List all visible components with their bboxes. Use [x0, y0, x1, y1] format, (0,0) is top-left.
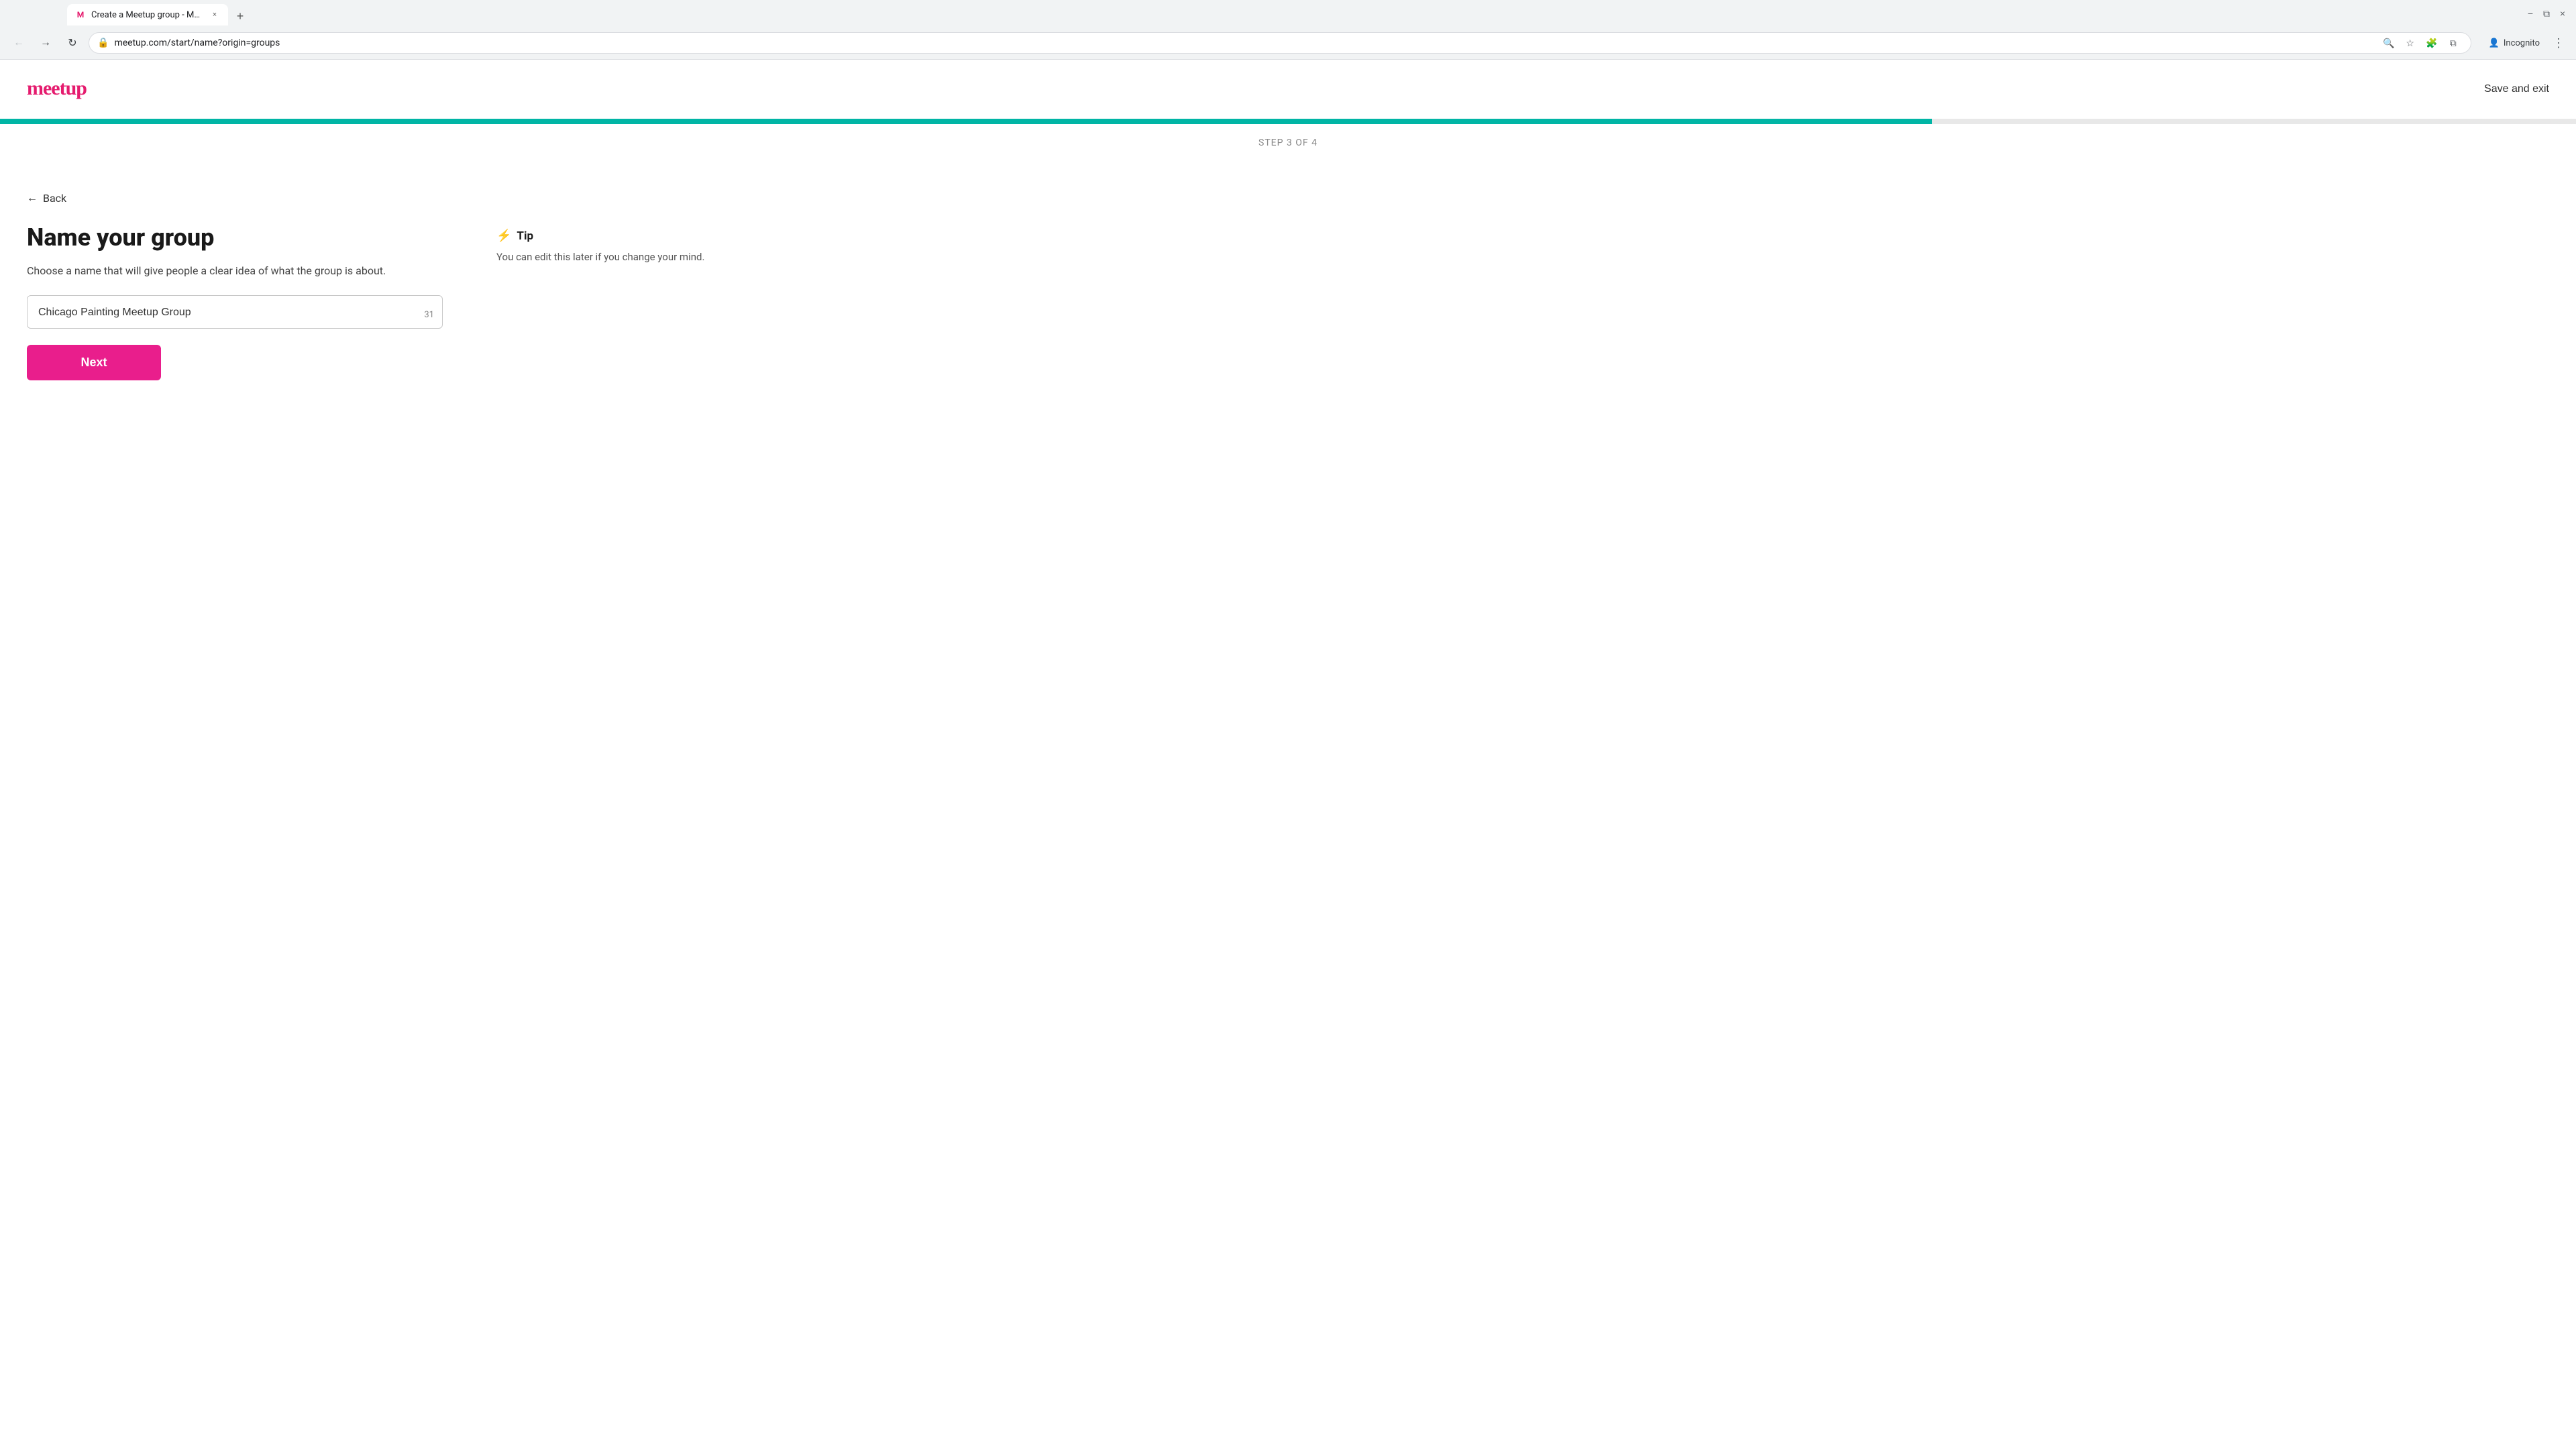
refresh-button[interactable]: ↻ — [62, 32, 83, 54]
browser-actions: 👤 Incognito ⋮ — [2482, 34, 2568, 52]
content-layout: Name your group Choose a name that will … — [27, 223, 778, 380]
browser-menu-button[interactable]: ⋮ — [2549, 34, 2568, 52]
back-link-label: Back — [43, 192, 66, 205]
search-icon-btn[interactable]: 🔍 — [2379, 34, 2398, 52]
back-link[interactable]: ← Back — [27, 191, 66, 205]
maximize-button[interactable]: □ — [24, 8, 35, 19]
svg-text:meetup: meetup — [27, 77, 87, 99]
tab-bar: M Create a Meetup group - Meet... × + — [59, 1, 2517, 25]
back-nav-button[interactable]: ← — [8, 32, 30, 54]
progress-bar-fill — [0, 119, 1932, 124]
forward-nav-icon: → — [40, 37, 51, 49]
step-indicator: STEP 3 OF 4 — [0, 124, 2576, 148]
tip-text: You can edit this later if you change yo… — [496, 250, 704, 265]
char-count: 31 — [424, 310, 434, 320]
tip-icon: ⚡ — [496, 229, 511, 243]
back-arrow-icon: ← — [27, 191, 38, 205]
progress-bar-container — [0, 119, 2576, 124]
tip-header: ⚡ Tip — [496, 229, 704, 243]
refresh-icon: ↻ — [68, 36, 76, 50]
win-maximize-btn[interactable]: ⧉ — [2541, 8, 2552, 19]
logo-text: meetup — [27, 73, 107, 105]
page-title: Name your group — [27, 223, 443, 252]
win-close-btn[interactable]: × — [2557, 8, 2568, 19]
logo-svg: meetup — [27, 73, 107, 100]
incognito-badge[interactable]: 👤 Incognito — [2482, 34, 2546, 52]
browser-chrome: − □ × M Create a Meetup group - Meet... … — [0, 0, 2576, 60]
forward-nav-button[interactable]: → — [35, 32, 56, 54]
address-bar[interactable]: 🔒 meetup.com/start/name?origin=groups 🔍 … — [89, 32, 2471, 54]
window-controls: − □ × — [8, 8, 51, 19]
page-content: ← Back Name your group Choose a name tha… — [0, 164, 805, 407]
secure-icon: 🔒 — [97, 38, 109, 48]
next-button[interactable]: Next — [27, 345, 161, 380]
tab-title: Create a Meetup group - Meet... — [91, 10, 204, 20]
save-exit-button[interactable]: Save and exit — [2484, 83, 2549, 95]
tip-panel: ⚡ Tip You can edit this later if you cha… — [496, 223, 704, 265]
close-window-button[interactable]: × — [40, 8, 51, 19]
split-view-button[interactable]: ⧉ — [2444, 34, 2463, 52]
group-name-input-container: 31 — [27, 295, 443, 329]
title-bar: − □ × M Create a Meetup group - Meet... … — [0, 0, 2576, 27]
back-nav-icon: ← — [13, 37, 24, 49]
new-tab-button[interactable]: + — [231, 7, 250, 25]
bookmark-button[interactable]: ☆ — [2401, 34, 2420, 52]
page-description: Choose a name that will give people a cl… — [27, 263, 443, 279]
address-bar-row: ← → ↻ 🔒 meetup.com/start/name?origin=gro… — [0, 27, 2576, 59]
extensions-button[interactable]: 🧩 — [2422, 34, 2441, 52]
tip-title: Tip — [517, 229, 533, 243]
url-text: meetup.com/start/name?origin=groups — [114, 38, 280, 48]
tab-favicon: M — [75, 9, 86, 20]
meetup-logo[interactable]: meetup — [27, 73, 107, 105]
group-name-input[interactable] — [38, 307, 431, 319]
address-bar-icons: 🔍 ☆ 🧩 ⧉ — [2379, 34, 2463, 52]
win-minimize-btn[interactable]: − — [2525, 8, 2536, 19]
main-form: Name your group Choose a name that will … — [27, 223, 443, 380]
active-tab[interactable]: M Create a Meetup group - Meet... × — [67, 4, 228, 25]
page-header: meetup Save and exit — [0, 60, 2576, 119]
incognito-icon: 👤 — [2489, 38, 2500, 48]
tab-close-button[interactable]: × — [209, 9, 220, 20]
incognito-label: Incognito — [2504, 38, 2540, 48]
minimize-button[interactable]: − — [8, 8, 19, 19]
